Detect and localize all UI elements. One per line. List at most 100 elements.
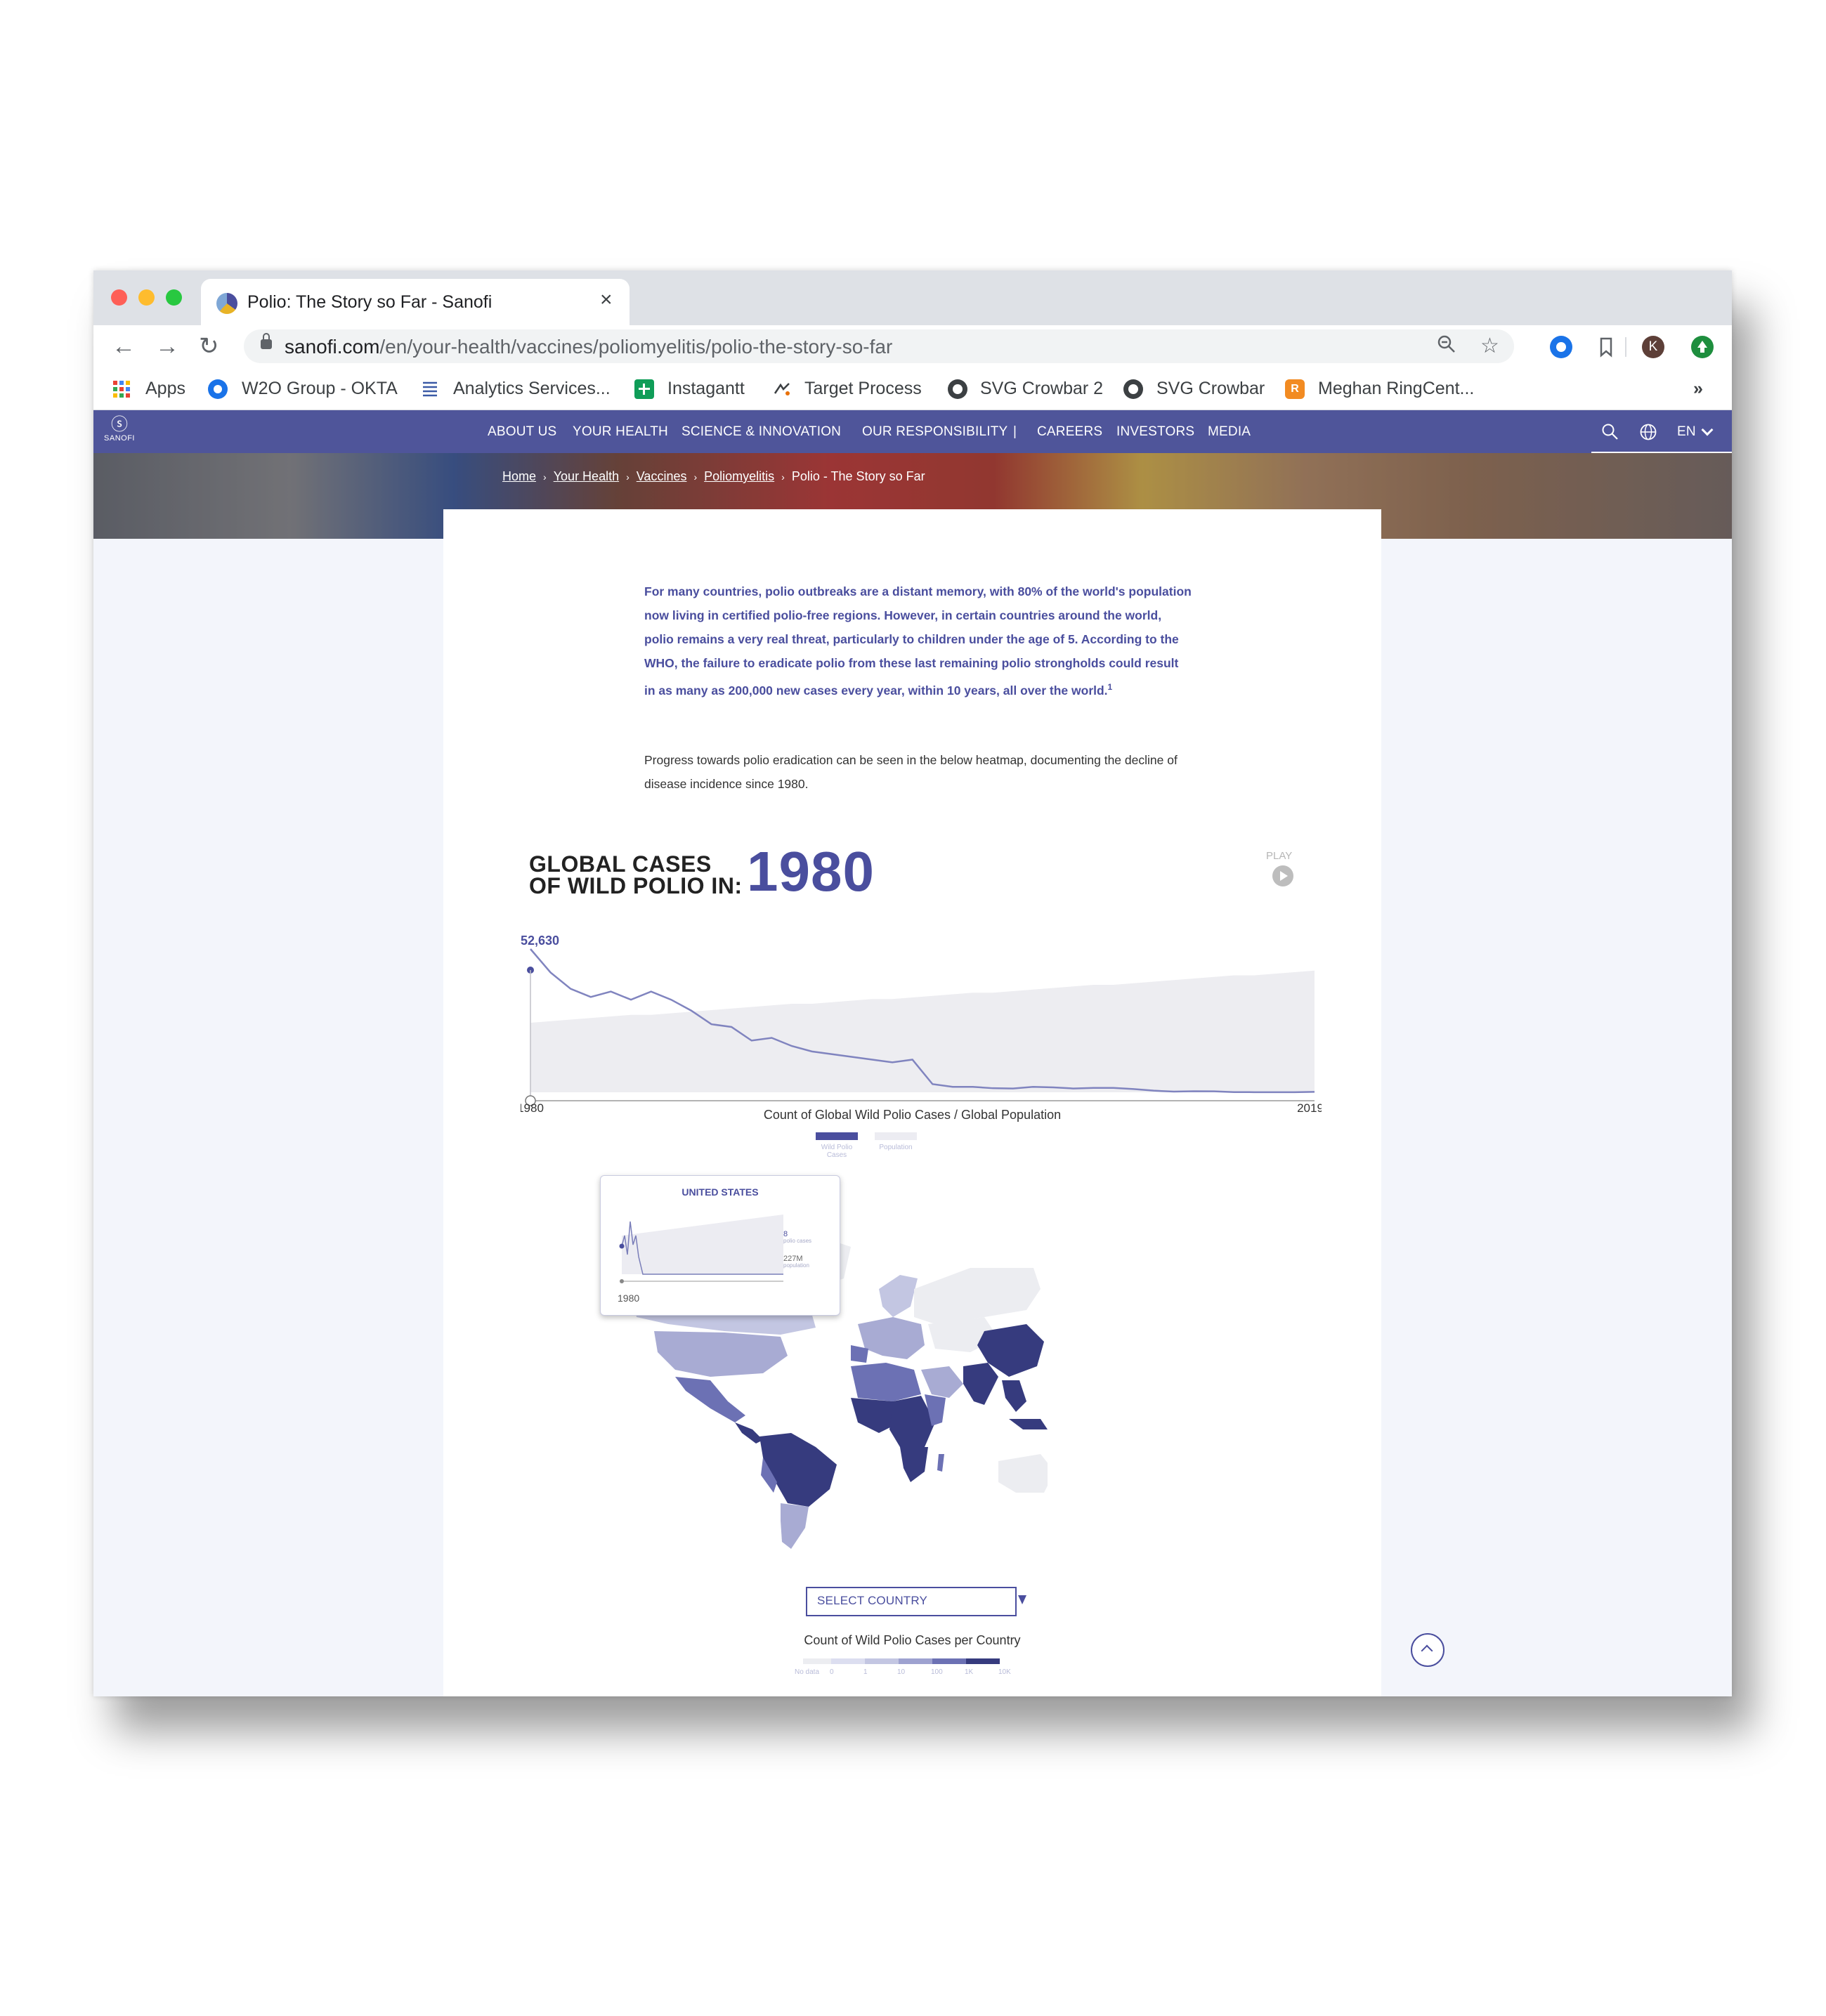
legend-swatch-population	[875, 1132, 917, 1140]
map-scandinavia	[879, 1275, 918, 1317]
map-madagascar	[937, 1454, 944, 1472]
chevron-down-icon[interactable]	[1701, 424, 1714, 436]
scale-label: No data	[795, 1668, 820, 1676]
nav-your-health[interactable]: YOUR HEALTH	[573, 424, 668, 440]
nav-divider: |	[1013, 424, 1017, 439]
tooltip-year: 1980	[618, 1292, 640, 1304]
site-navbar: ⓢ SANOFI ABOUT US YOUR HEALTH SCIENCE & …	[93, 410, 1732, 453]
play-label: PLAY	[1266, 850, 1293, 862]
url-text[interactable]: sanofi.com/en/your-health/vaccines/polio…	[285, 336, 892, 358]
bookmark-apps[interactable]: Apps	[145, 379, 185, 399]
tab-strip: Polio: The Story so Far - Sanofi ×	[93, 270, 1732, 325]
bookmark-meghan-ringcentral[interactable]: Meghan RingCent...	[1318, 379, 1474, 399]
forward-arrow-icon[interactable]: →	[155, 331, 179, 362]
nav-investors[interactable]: INVESTORS	[1116, 424, 1194, 440]
viz-title: GLOBAL CASES OF WILD POLIO IN:	[529, 853, 743, 897]
breadcrumb-separator-icon: ›	[543, 471, 547, 483]
map-southern-africa	[900, 1447, 928, 1482]
lock-icon	[261, 333, 272, 349]
content-card: For many countries, polio outbreaks are …	[443, 509, 1381, 1696]
map-south-america-north	[759, 1433, 837, 1507]
map-north-africa	[851, 1363, 921, 1401]
bookmark-svg-crowbar-2[interactable]: SVG Crowbar 2	[980, 379, 1103, 399]
bookmark-star-icon[interactable]: ☆	[1480, 334, 1499, 359]
map-usa	[654, 1331, 788, 1377]
bookmarks-overflow-icon[interactable]: »	[1693, 379, 1703, 399]
tooltip-sparkline	[619, 1215, 783, 1283]
browser-tab[interactable]: Polio: The Story so Far - Sanofi ×	[201, 279, 630, 325]
profile-avatar[interactable]: K	[1642, 336, 1664, 358]
tab-title: Polio: The Story so Far - Sanofi	[247, 292, 493, 312]
bookmark-analytics-services[interactable]: Analytics Services...	[453, 379, 611, 399]
nav-careers[interactable]: CAREERS	[1037, 424, 1102, 440]
nav-about-us[interactable]: ABOUT US	[488, 424, 556, 440]
breadcrumb-vaccines[interactable]: Vaccines	[637, 469, 687, 483]
map-south-america-south	[781, 1503, 809, 1549]
minimize-window-button[interactable]	[138, 289, 155, 306]
breadcrumb-separator-icon: ›	[626, 471, 630, 483]
color-scale	[803, 1658, 1000, 1664]
map-central-america	[735, 1422, 763, 1444]
nav-our-responsibility[interactable]: OUR RESPONSIBILITY	[862, 424, 1007, 440]
back-arrow-icon[interactable]: ←	[112, 331, 136, 362]
toolbar-divider	[1625, 337, 1626, 357]
search-icon[interactable]	[1601, 423, 1619, 445]
maximize-window-button[interactable]	[166, 289, 182, 306]
bookmark-svg-crowbar[interactable]: SVG Crowbar	[1156, 379, 1265, 399]
scroll-to-top-button[interactable]	[1411, 1633, 1445, 1667]
global-cases-chart: 52,63019802019	[521, 934, 1322, 1113]
bookmark-target-process[interactable]: Target Process	[804, 379, 922, 399]
legend-label-cases: Wild Polio Cases	[821, 1144, 853, 1159]
browser-window: Polio: The Story so Far - Sanofi × ← → ↻…	[93, 270, 1732, 1696]
breadcrumb-poliomyelitis[interactable]: Poliomyelitis	[704, 469, 774, 483]
analytics-list-icon	[420, 379, 440, 399]
language-globe-icon[interactable]	[1639, 423, 1657, 445]
reload-icon[interactable]: ↻	[199, 331, 219, 362]
map-caption: Count of Wild Polio Cases per Country	[804, 1633, 1021, 1647]
play-button[interactable]	[1272, 865, 1293, 886]
scale-label: 0	[830, 1668, 834, 1676]
url-path: /en/your-health/vaccines/poliomyelitis/p…	[379, 336, 893, 358]
instagantt-icon	[634, 379, 654, 399]
address-bar[interactable]: sanofi.com/en/your-health/vaccines/polio…	[244, 329, 1514, 363]
close-window-button[interactable]	[111, 289, 127, 306]
intro-text: For many countries, polio outbreaks are …	[644, 584, 1192, 698]
tooltip-population: 227M population	[783, 1255, 809, 1269]
globe-icon	[1123, 379, 1143, 399]
tooltip-country: UNITED STATES	[682, 1186, 759, 1198]
bookmark-extension-icon[interactable]	[1595, 336, 1617, 358]
map-russia	[914, 1268, 1041, 1324]
ringcentral-icon: R	[1285, 379, 1305, 399]
map-europe	[858, 1317, 925, 1359]
nav-media[interactable]: MEDIA	[1208, 424, 1251, 440]
country-select[interactable]: SELECT COUNTRY	[806, 1587, 1026, 1616]
apps-grid-icon[interactable]	[112, 380, 131, 398]
breadcrumb-home[interactable]: Home	[502, 469, 536, 483]
viz-title-line1: GLOBAL CASES	[529, 851, 712, 877]
map-se-asia	[1002, 1380, 1026, 1412]
tooltip-pop-value: 227M	[783, 1255, 803, 1263]
zoom-icon[interactable]	[1436, 334, 1457, 361]
map-india	[963, 1363, 998, 1405]
peak-value-label: 52,630	[521, 934, 559, 948]
country-select-placeholder: SELECT COUNTRY	[817, 1594, 928, 1607]
population-area	[530, 970, 1315, 1092]
update-icon[interactable]	[1691, 336, 1714, 358]
sanofi-logo[interactable]: ⓢ SANOFI	[102, 416, 137, 448]
tooltip-pop-label: population	[783, 1262, 809, 1269]
map-indonesia	[1009, 1419, 1048, 1429]
bookmark-w2o-okta[interactable]: W2O Group - OKTA	[242, 379, 398, 399]
bookmark-instagantt[interactable]: Instagantt	[667, 379, 745, 399]
breadcrumb-your-health[interactable]: Your Health	[554, 469, 619, 483]
browser-toolbar: ← → ↻ sanofi.com/en/your-health/vaccines…	[93, 325, 1732, 369]
breadcrumb: Home › Your Health › Vaccines › Poliomyelitis ›…	[502, 469, 925, 484]
footnote-link[interactable]: 1	[1108, 682, 1113, 692]
legend-label-population: Population	[879, 1144, 913, 1151]
nav-science-innovation[interactable]: SCIENCE & INNOVATION	[682, 424, 841, 440]
language-selector[interactable]: EN	[1677, 424, 1696, 440]
okta-extension-icon[interactable]	[1550, 336, 1572, 358]
map-middle-east	[921, 1366, 963, 1398]
intro-paragraph: For many countries, polio outbreaks are …	[644, 580, 1192, 702]
select-arrow-icon[interactable]	[1018, 1595, 1026, 1604]
tab-close-icon[interactable]: ×	[600, 289, 613, 310]
